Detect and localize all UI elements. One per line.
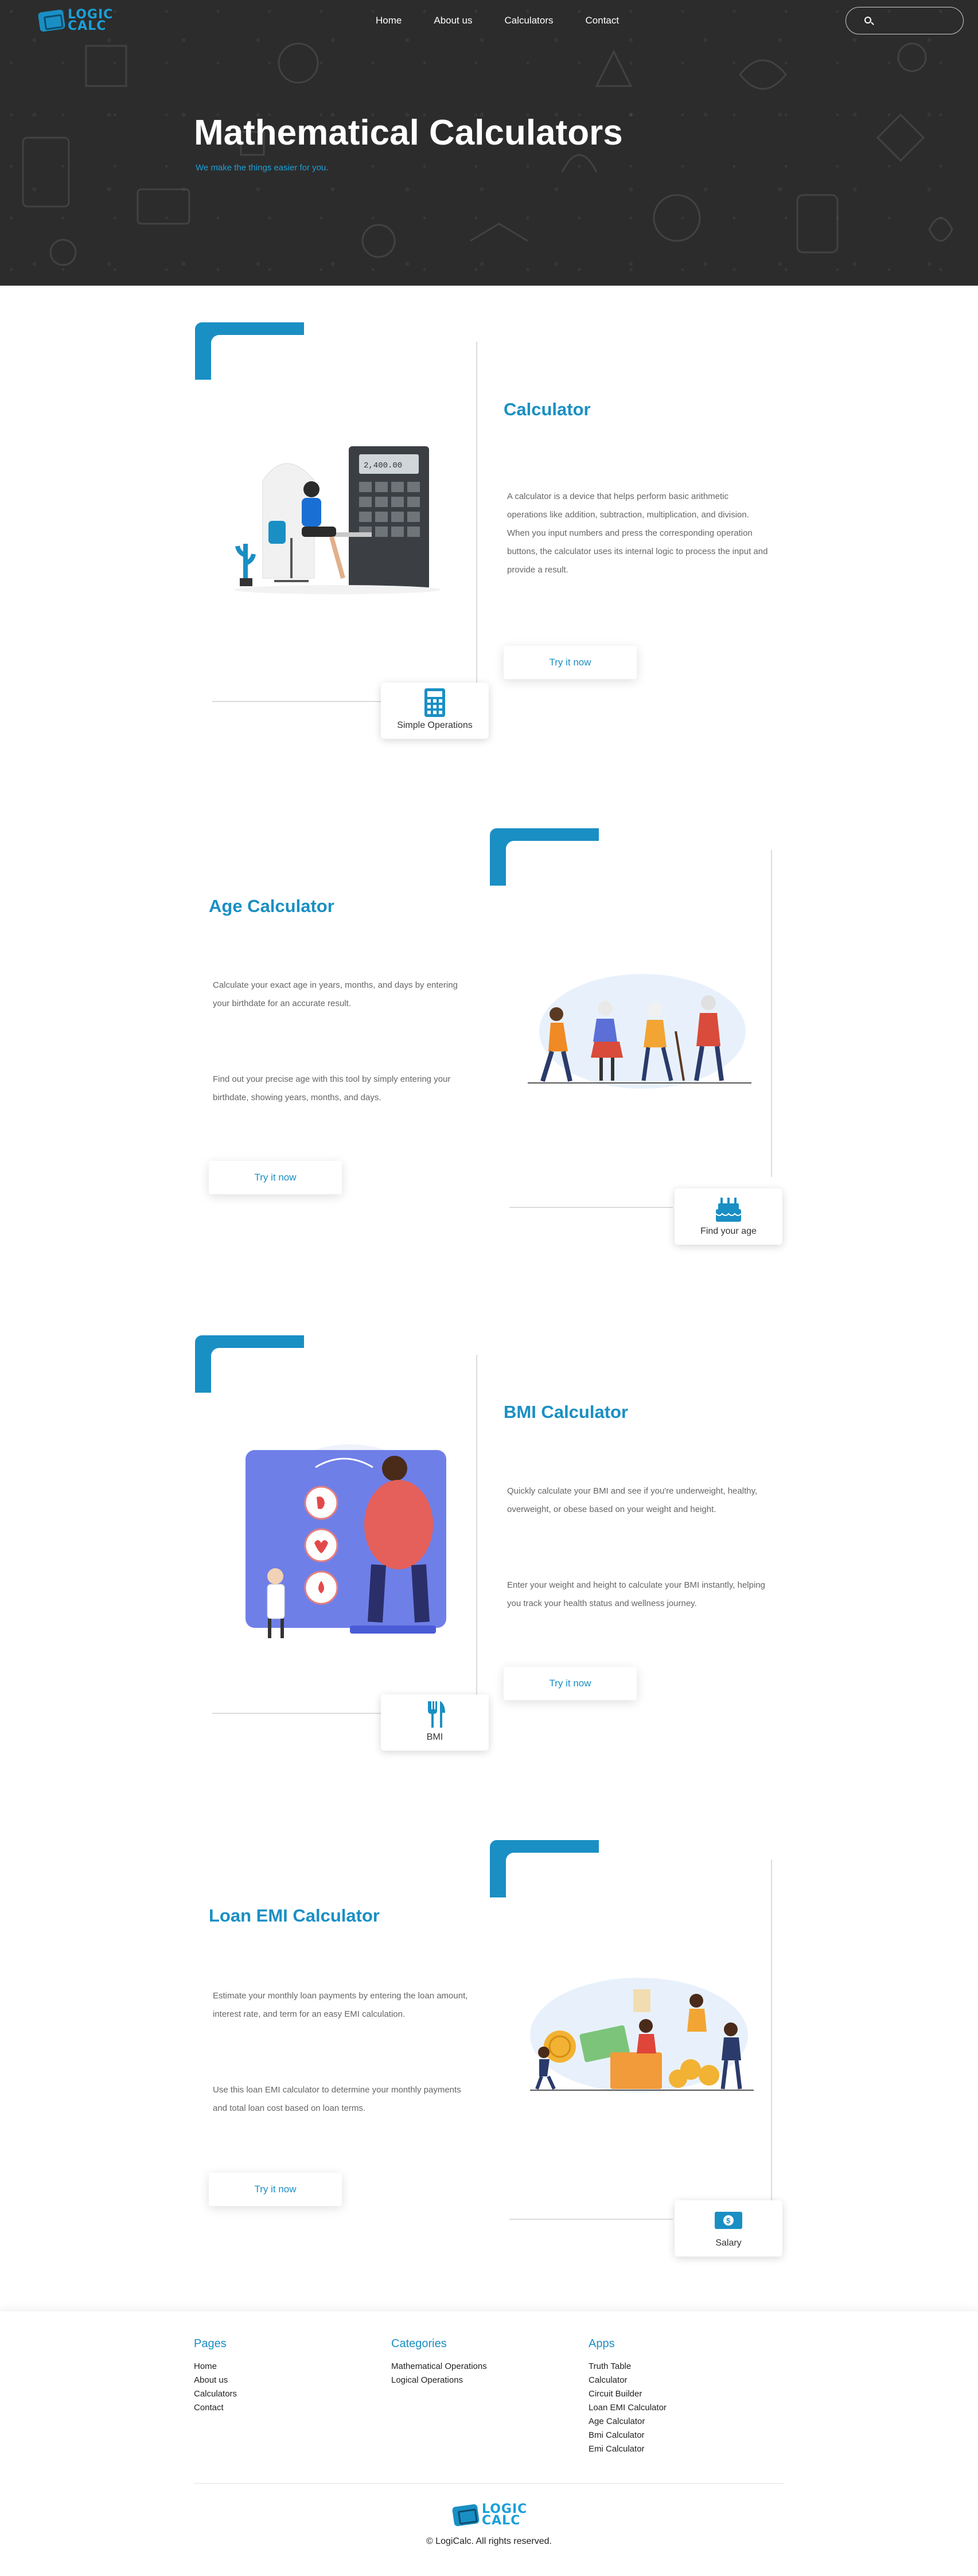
- section-age-calculator: Find your age Age Calculator Calculate y…: [0, 790, 978, 1295]
- footer-categories-title: Categories: [391, 2337, 447, 2350]
- corner-accent: [490, 828, 615, 904]
- corner-accent: [195, 322, 320, 398]
- display-value: 2,400.00: [364, 461, 402, 470]
- nav-contact[interactable]: Contact: [586, 15, 619, 26]
- footer-link-contact[interactable]: Contact: [194, 2401, 237, 2415]
- section-description-1: Calculate your exact age in years, month…: [213, 980, 458, 1008]
- badge-bmi: BMI: [381, 1694, 489, 1751]
- section-bmi-calculator: BMI BMI Calculator Quickly calculate you…: [0, 1295, 978, 1800]
- section-loan-emi-calculator: $ Salary Loan EMI Calculator Estimate yo…: [0, 1800, 978, 2305]
- footer-apps-column: Apps Truth Table Calculator Circuit Buil…: [589, 2337, 667, 2456]
- section-description-2: Enter your weight and height to calculat…: [507, 1580, 765, 1608]
- logo-text-line2: CALC: [68, 18, 107, 33]
- footer-link-about-us[interactable]: About us: [194, 2374, 237, 2387]
- birthday-cake-icon: [715, 1198, 742, 1222]
- main-nav: Home About us Calculators Contact: [376, 15, 651, 26]
- copyright-text: © LogiCalc. All rights reserved.: [426, 2536, 552, 2546]
- footer-link-mathematical-operations[interactable]: Mathematical Operations: [391, 2360, 487, 2374]
- try-age-calculator-button[interactable]: Try it now: [209, 1161, 342, 1194]
- badge-label: Simple Operations: [397, 720, 473, 730]
- section-description-1: Quickly calculate your BMI and see if yo…: [507, 1486, 758, 1514]
- footer-link-calculators[interactable]: Calculators: [194, 2387, 237, 2401]
- corner-accent: [490, 1840, 615, 1916]
- hero-title: Mathematical Calculators: [194, 113, 623, 153]
- nav-calculators[interactable]: Calculators: [504, 15, 553, 26]
- calculator-icon: [424, 688, 445, 717]
- footer-link-loan-emi-calculator[interactable]: Loan EMI Calculator: [589, 2401, 667, 2415]
- footer-divider: [194, 2483, 784, 2484]
- footer-pages-title: Pages: [194, 2337, 227, 2350]
- fork-knife-icon: [428, 1701, 445, 1728]
- badge-label: Find your age: [700, 1226, 757, 1236]
- footer-link-logical-operations[interactable]: Logical Operations: [391, 2374, 487, 2387]
- svg-text:$: $: [726, 2216, 731, 2225]
- bmi-illustration: [246, 1444, 446, 1638]
- search-icon[interactable]: [864, 17, 871, 24]
- divider-horizontal: [212, 1713, 384, 1714]
- divider-vertical: [771, 1860, 772, 2215]
- age-illustration: [528, 974, 751, 1089]
- section-title: Calculator: [504, 399, 591, 419]
- badge-label: Salary: [715, 2238, 742, 2248]
- section-description-2: Find out your precise age with this tool…: [213, 1074, 451, 1102]
- footer-apps-title: Apps: [589, 2337, 615, 2350]
- site-footer: Pages Home About us Calculators Contact …: [0, 2310, 978, 2576]
- divider-vertical: [476, 342, 477, 697]
- footer-link-emi-calculator[interactable]: Emi Calculator: [589, 2442, 667, 2456]
- nav-home[interactable]: Home: [376, 15, 402, 26]
- nav-about-us[interactable]: About us: [434, 15, 472, 26]
- section-calculator: 2,400.00 Simple Operations Calculator A …: [0, 286, 978, 790]
- footer-logo[interactable]: LOGIC CALC: [451, 2503, 527, 2528]
- logo-icon: [37, 9, 66, 32]
- footer-link-age-calculator[interactable]: Age Calculator: [589, 2415, 667, 2429]
- footer-link-home[interactable]: Home: [194, 2360, 237, 2374]
- section-title: Loan EMI Calculator: [209, 1905, 380, 1926]
- calculator-illustration: 2,400.00: [234, 446, 441, 594]
- try-calculator-button[interactable]: Try it now: [504, 646, 637, 679]
- divider-vertical: [771, 850, 772, 1177]
- loan-illustration: [530, 1978, 754, 2092]
- try-bmi-calculator-button[interactable]: Try it now: [504, 1667, 637, 1700]
- badge-simple-operations: Simple Operations: [381, 683, 489, 739]
- hero-banner: LOGIC CALC Home About us Calculators Con…: [0, 0, 978, 286]
- divider-horizontal: [509, 2219, 673, 2220]
- footer-link-calculator[interactable]: Calculator: [589, 2374, 667, 2387]
- section-title: BMI Calculator: [504, 1402, 629, 1422]
- badge-label: BMI: [426, 1732, 443, 1742]
- section-description-1: Estimate your monthly loan payments by e…: [213, 1991, 468, 2019]
- footer-link-bmi-calculator[interactable]: Bmi Calculator: [589, 2429, 667, 2442]
- footer-pages-column: Pages Home About us Calculators Contact: [194, 2337, 237, 2415]
- footer-categories-column: Categories Mathematical Operations Logic…: [391, 2337, 487, 2387]
- badge-salary: $ Salary: [675, 2200, 782, 2257]
- brand-logo[interactable]: LOGIC CALC: [37, 9, 113, 33]
- footer-link-circuit-builder[interactable]: Circuit Builder: [589, 2387, 667, 2401]
- logo-text-line2: CALC: [482, 2513, 521, 2528]
- corner-accent: [195, 1335, 320, 1411]
- hero-subtitle: We make the things easier for you.: [196, 163, 329, 173]
- section-description: A calculator is a device that helps perf…: [507, 492, 768, 575]
- divider-horizontal: [509, 1207, 673, 1208]
- badge-find-your-age: Find your age: [675, 1188, 782, 1245]
- section-description-2: Use this loan EMI calculator to determin…: [213, 2085, 461, 2113]
- try-loan-emi-calculator-button[interactable]: Try it now: [209, 2173, 342, 2206]
- divider-horizontal: [212, 701, 384, 702]
- divider-vertical: [476, 1355, 477, 1710]
- banknote-icon: $: [715, 2212, 742, 2229]
- logo-icon: [451, 2503, 480, 2527]
- section-title: Age Calculator: [209, 896, 334, 916]
- footer-link-truth-table[interactable]: Truth Table: [589, 2360, 667, 2374]
- search-input[interactable]: [845, 7, 964, 34]
